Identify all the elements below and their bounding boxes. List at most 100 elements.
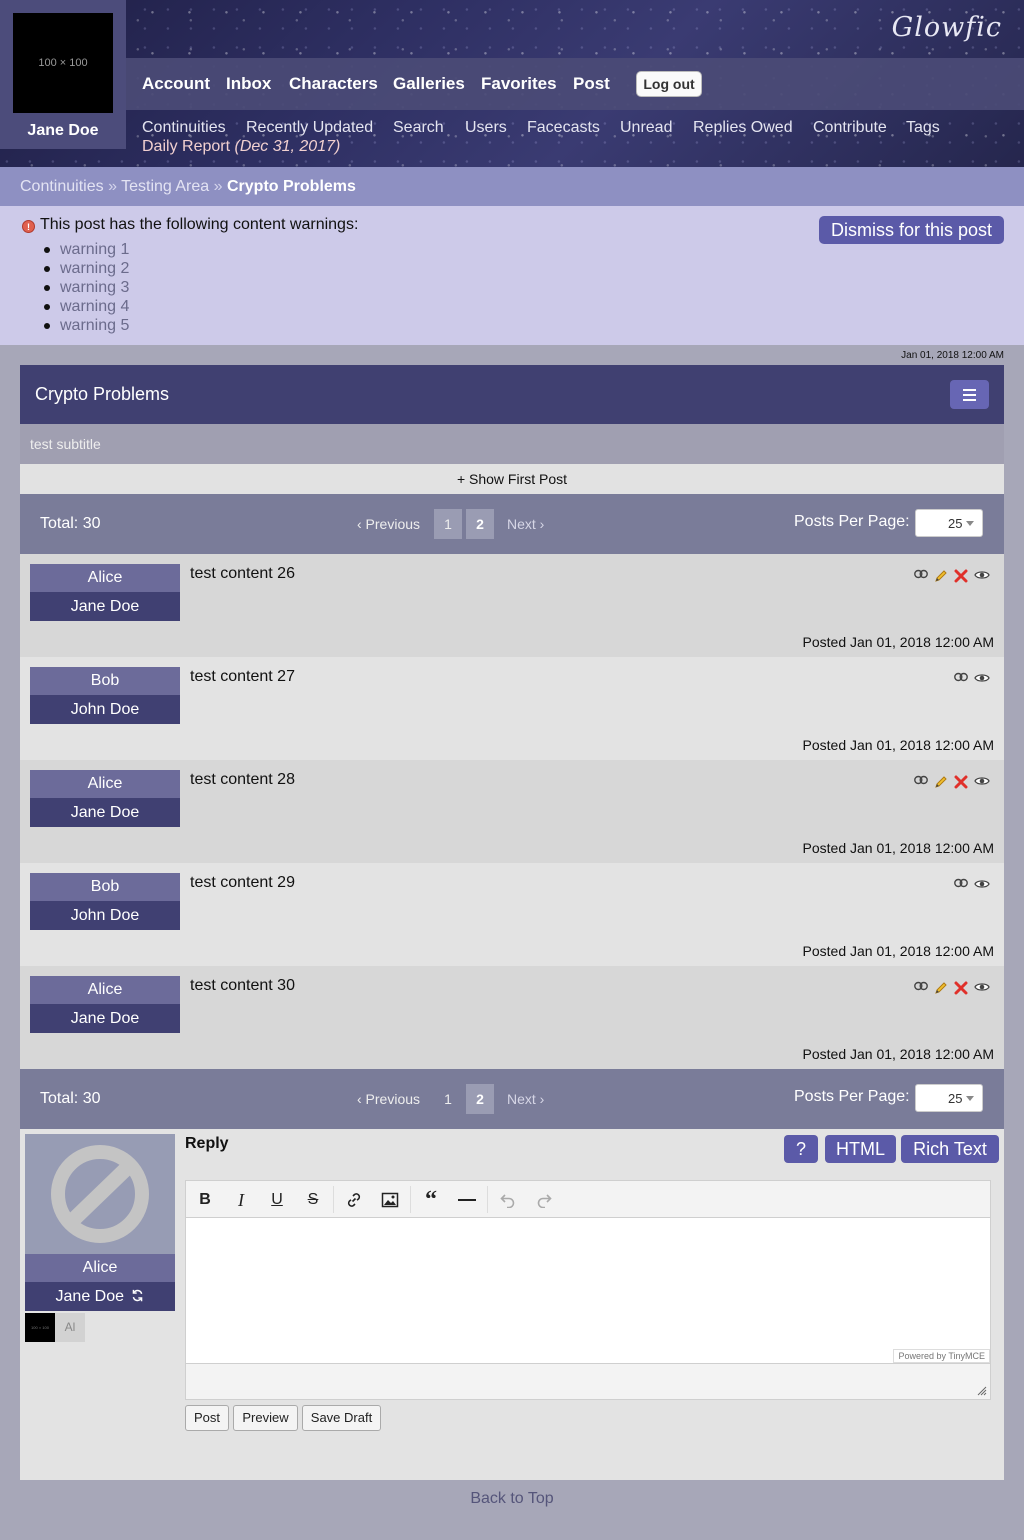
page-1-link[interactable]: 1 bbox=[434, 1084, 462, 1114]
reply-row: Alice Jane Doe test content 26 Posted Jan 0… bbox=[20, 554, 1004, 657]
nav-favorites[interactable]: Favorites bbox=[481, 74, 557, 94]
edit-icon[interactable] bbox=[934, 981, 948, 995]
post-button[interactable]: Post bbox=[185, 1405, 229, 1431]
view-icon[interactable] bbox=[974, 672, 990, 684]
nav-galleries[interactable]: Galleries bbox=[393, 74, 465, 94]
underline-icon[interactable]: U bbox=[264, 1188, 290, 1212]
user-avatar[interactable]: 100 × 100 bbox=[13, 13, 113, 113]
reply-character-name[interactable]: Bob bbox=[30, 667, 180, 695]
logout-button[interactable]: Log out bbox=[636, 71, 702, 97]
reply-character-name[interactable]: Alice bbox=[30, 770, 180, 798]
nav-characters[interactable]: Characters bbox=[289, 74, 378, 94]
previous-page-link[interactable]: ‹ Previous bbox=[357, 516, 420, 532]
reply-posted-time: Posted Jan 01, 2018 12:00 AM bbox=[802, 840, 994, 856]
reply-posted-time: Posted Jan 01, 2018 12:00 AM bbox=[802, 1046, 994, 1062]
rich-text-button[interactable]: Rich Text bbox=[901, 1135, 999, 1163]
reply-user-name[interactable]: Jane Doe bbox=[30, 592, 180, 621]
view-icon[interactable] bbox=[974, 981, 990, 995]
subnav-facecasts[interactable]: Facecasts bbox=[527, 119, 600, 137]
view-icon[interactable] bbox=[974, 878, 990, 890]
link-icon[interactable] bbox=[914, 775, 928, 789]
previous-page-link[interactable]: ‹ Previous bbox=[357, 1091, 420, 1107]
subnav-replies-owed[interactable]: Replies Owed bbox=[693, 119, 793, 137]
daily-report-link[interactable]: Daily Report (Dec 31, 2017) bbox=[142, 138, 340, 156]
warning-item[interactable]: warning 5 bbox=[40, 316, 129, 335]
italic-icon[interactable]: I bbox=[228, 1188, 254, 1212]
delete-icon[interactable] bbox=[954, 775, 968, 789]
horizontal-rule-icon[interactable] bbox=[454, 1188, 480, 1212]
nav-inbox[interactable]: Inbox bbox=[226, 74, 271, 94]
posts-per-page-select[interactable]: 25 bbox=[915, 509, 983, 537]
strikethrough-icon[interactable]: S bbox=[300, 1188, 326, 1212]
view-icon[interactable] bbox=[974, 775, 990, 789]
daily-report-label: Daily Report bbox=[142, 138, 231, 155]
warning-item[interactable]: warning 4 bbox=[40, 297, 129, 316]
edit-icon[interactable] bbox=[934, 775, 948, 789]
reply-content: test content 27 bbox=[190, 668, 295, 685]
user-name[interactable]: Jane Doe bbox=[0, 122, 126, 140]
reply-user-name[interactable]: Jane Doe bbox=[25, 1282, 175, 1311]
page-1-link[interactable]: 1 bbox=[434, 509, 462, 539]
html-editor-button[interactable]: HTML bbox=[825, 1135, 896, 1163]
subnav-tags[interactable]: Tags bbox=[906, 119, 940, 137]
edit-icon[interactable] bbox=[934, 569, 948, 583]
reply-avatar[interactable] bbox=[25, 1134, 175, 1254]
reply-character-name[interactable]: Alice bbox=[25, 1254, 175, 1282]
reply-character-name[interactable]: Alice bbox=[30, 976, 180, 1004]
site-logo[interactable]: Glowfic bbox=[892, 12, 1002, 43]
reply-user-name[interactable]: Jane Doe bbox=[30, 1004, 180, 1033]
link-icon[interactable] bbox=[914, 569, 928, 583]
swap-icon[interactable] bbox=[131, 1289, 144, 1302]
subnav-users[interactable]: Users bbox=[465, 119, 507, 137]
reply-character-name[interactable]: Bob bbox=[30, 873, 180, 901]
blockquote-icon[interactable]: “ bbox=[418, 1187, 444, 1213]
warning-item[interactable]: warning 1 bbox=[40, 240, 129, 259]
link-icon[interactable] bbox=[954, 672, 968, 684]
view-icon[interactable] bbox=[974, 569, 990, 583]
posts-per-page-select[interactable]: 25 bbox=[915, 1084, 983, 1112]
preview-button[interactable]: Preview bbox=[233, 1405, 298, 1431]
breadcrumb-testing-area[interactable]: Testing Area bbox=[121, 178, 209, 195]
subnav-search[interactable]: Search bbox=[393, 119, 444, 137]
save-draft-button[interactable]: Save Draft bbox=[302, 1405, 381, 1431]
breadcrumb-continuities[interactable]: Continuities bbox=[20, 178, 104, 195]
next-page-link[interactable]: Next › bbox=[507, 1091, 544, 1107]
posts-per-page-label: Posts Per Page: bbox=[794, 1088, 910, 1105]
post-menu-button[interactable] bbox=[950, 380, 989, 409]
powered-by-tinymce[interactable]: Powered by TinyMCE bbox=[893, 1349, 990, 1363]
nav-account[interactable]: Account bbox=[142, 74, 210, 94]
image-icon[interactable] bbox=[377, 1188, 403, 1212]
help-button[interactable]: ? bbox=[784, 1135, 818, 1163]
reply-character-name[interactable]: Alice bbox=[30, 564, 180, 592]
primary-nav: Account Inbox Characters Galleries Favor… bbox=[126, 58, 1024, 110]
reply-user-name[interactable]: John Doe bbox=[30, 695, 180, 724]
reply-user-name[interactable]: Jane Doe bbox=[30, 798, 180, 827]
link-icon[interactable] bbox=[341, 1188, 367, 1212]
reply-actions bbox=[914, 569, 990, 583]
undo-icon[interactable] bbox=[495, 1188, 521, 1212]
nav-post[interactable]: Post bbox=[573, 74, 610, 94]
subnav-recently-updated[interactable]: Recently Updated bbox=[246, 119, 373, 137]
dismiss-warnings-button[interactable]: Dismiss for this post bbox=[819, 216, 1004, 244]
link-icon[interactable] bbox=[914, 981, 928, 995]
warning-item[interactable]: warning 2 bbox=[40, 259, 129, 278]
redo-icon[interactable] bbox=[531, 1188, 557, 1212]
back-to-top-link[interactable]: Back to Top bbox=[0, 1490, 1024, 1508]
no-icon bbox=[51, 1145, 149, 1243]
delete-icon[interactable] bbox=[954, 981, 968, 995]
link-icon[interactable] bbox=[954, 878, 968, 890]
subnav-unread[interactable]: Unread bbox=[620, 119, 672, 137]
delete-icon[interactable] bbox=[954, 569, 968, 583]
toolbar-divider bbox=[487, 1186, 488, 1213]
icon-thumbnail[interactable]: 100 × 100 bbox=[25, 1313, 55, 1342]
show-first-post-link[interactable]: + Show First Post bbox=[20, 464, 1004, 494]
subnav-contribute[interactable]: Contribute bbox=[813, 119, 887, 137]
rich-text-editor: B I U S “ Powered by TinyMCE bbox=[185, 1180, 991, 1400]
next-page-link[interactable]: Next › bbox=[507, 516, 544, 532]
resize-handle-icon[interactable] bbox=[977, 1386, 987, 1396]
bold-icon[interactable]: B bbox=[192, 1188, 218, 1212]
warning-item[interactable]: warning 3 bbox=[40, 278, 129, 297]
alias-button[interactable]: Al bbox=[55, 1313, 85, 1342]
subnav-continuities[interactable]: Continuities bbox=[142, 119, 226, 137]
reply-user-name[interactable]: John Doe bbox=[30, 901, 180, 930]
